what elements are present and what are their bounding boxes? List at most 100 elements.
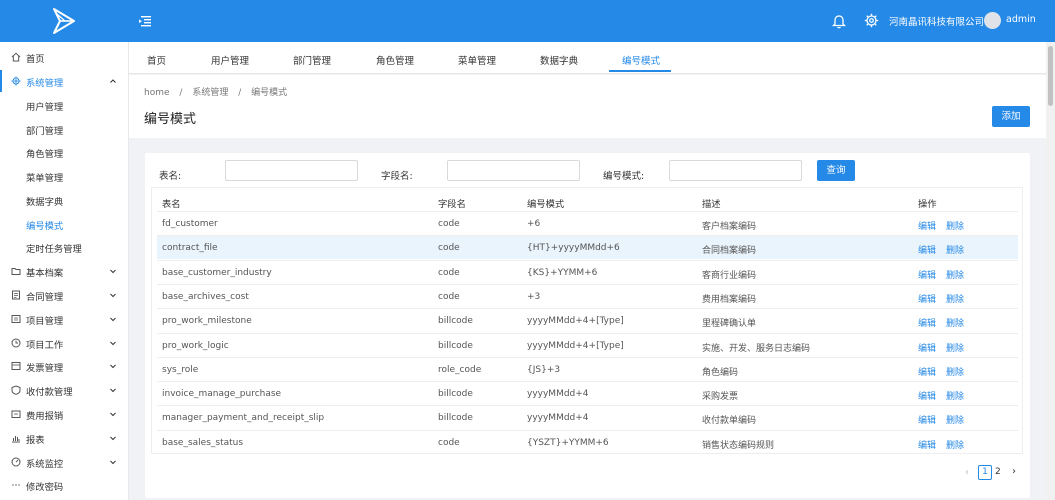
sidebar-item-expenses[interactable]: 费用报销 (0, 403, 128, 425)
pagination-prev[interactable]: ‹ (965, 467, 969, 478)
tab-departments[interactable]: 部门管理 (293, 53, 331, 67)
breadcrumb-current: 编号模式 (251, 88, 288, 98)
tab-code-pattern[interactable]: 编号模式 (622, 53, 660, 67)
company-name: 河南晶讯科技有限公司 (889, 17, 985, 28)
edit-link[interactable]: 编辑 (918, 219, 936, 232)
pagination-next[interactable]: › (1012, 466, 1016, 477)
edit-link[interactable]: 编辑 (918, 268, 936, 281)
sidebar-item-scheduled-tasks[interactable]: 定时任务管理 (0, 236, 128, 258)
pagination-page-1[interactable]: 1 (978, 465, 992, 480)
tab-users[interactable]: 用户管理 (211, 53, 249, 67)
table-row[interactable]: sys_role role_code {JS}+3 角色编码 编辑 删除 (157, 356, 1018, 381)
delete-link[interactable]: 删除 (946, 438, 964, 451)
delete-link[interactable]: 删除 (946, 389, 964, 402)
sidebar-item-payments[interactable]: 收付款管理 (0, 379, 128, 401)
chevron-down-icon (110, 460, 116, 465)
sidebar-item-projects[interactable]: 项目管理 (0, 308, 128, 330)
username[interactable]: admin (1006, 14, 1036, 25)
code-pattern-table: 表名 字段名 编号模式 描述 操作 fd_customer code +6 客户档案编… (151, 187, 1023, 454)
vertical-scrollbar[interactable] (1046, 42, 1055, 500)
add-button[interactable]: 添加 (992, 106, 1030, 127)
cell-description: 合同档案编码 (702, 246, 757, 257)
edit-link[interactable]: 编辑 (918, 389, 936, 402)
edit-link[interactable]: 编辑 (918, 316, 936, 329)
tab-home[interactable]: 首页 (147, 53, 166, 67)
delete-link[interactable]: 删除 (946, 365, 964, 378)
cell-description: 客商行业编码 (702, 270, 757, 281)
table-row[interactable]: base_customer_industry code {KS}+YYMM+6 客商行… (157, 259, 1018, 284)
avatar[interactable] (984, 12, 1001, 29)
sidebar-item-invoices[interactable]: 发票管理 (0, 355, 128, 377)
sidebar-item-dictionary[interactable]: 数据字典 (0, 189, 128, 211)
sidebar-item-roles[interactable]: 角色管理 (0, 141, 128, 163)
tab-bar: 首页 用户管理 部门管理 角色管理 菜单管理 数据字典 编号模式 (129, 42, 1046, 74)
field-name-input[interactable] (447, 160, 580, 181)
chevron-down-icon (110, 388, 116, 393)
edit-link[interactable]: 编辑 (918, 438, 936, 451)
pagination-page-2[interactable]: 2 (995, 467, 1001, 477)
edit-link[interactable]: 编辑 (918, 365, 936, 378)
active-tab-indicator (609, 70, 671, 72)
breadcrumb-separator: / (238, 88, 242, 98)
menu-toggle-icon[interactable] (138, 14, 152, 28)
edit-link[interactable]: 编辑 (918, 413, 936, 426)
table-row[interactable]: fd_customer code +6 客户档案编码 编辑 删除 (157, 211, 1018, 235)
pattern-label: 编号模式: (603, 171, 645, 182)
sidebar-item-system[interactable]: 系统管理 (0, 70, 128, 92)
table-row[interactable]: manager_payment_and_receipt_slip billcode… (157, 405, 1018, 429)
delete-link[interactable]: 删除 (946, 316, 964, 329)
cell-code-pattern: yyyyMMdd+4+[Type] (527, 316, 624, 327)
cell-description: 收付款单编码 (702, 416, 757, 427)
sidebar-item-monitor[interactable]: 系统监控 (0, 451, 128, 473)
cell-table-name: sys_role (162, 364, 199, 375)
table-row[interactable]: base_archives_cost code +3 费用档案编码 编辑 删除 (157, 283, 1018, 308)
sidebar-item-users[interactable]: 用户管理 (0, 94, 128, 116)
tab-roles[interactable]: 角色管理 (376, 53, 414, 67)
cell-field-name: billcode (438, 316, 473, 327)
delete-link[interactable]: 删除 (946, 292, 964, 305)
sidebar-item-menus[interactable]: 菜单管理 (0, 165, 128, 187)
delete-link[interactable]: 删除 (946, 341, 964, 354)
sidebar-item-code-pattern[interactable]: 编号模式 (0, 213, 128, 235)
home-icon (11, 52, 21, 62)
sidebar-item-home[interactable]: 首页 (0, 46, 128, 68)
tab-dictionary[interactable]: 数据字典 (540, 53, 578, 67)
table-name-input[interactable] (225, 160, 358, 181)
query-button[interactable]: 查询 (817, 160, 855, 181)
settings-gear-icon[interactable] (864, 13, 879, 28)
sidebar-item-basic-archives[interactable]: 基本档案 (0, 260, 128, 282)
cell-table-name: base_archives_cost (162, 291, 249, 302)
delete-link[interactable]: 删除 (946, 219, 964, 232)
pattern-input[interactable] (669, 160, 802, 181)
page-header: home / 系统管理 / 编号模式 编号模式 添加 (129, 75, 1046, 138)
cell-table-name: invoice_manage_purchase (162, 389, 282, 400)
delete-link[interactable]: 删除 (946, 243, 964, 256)
breadcrumb-system[interactable]: 系统管理 (192, 88, 228, 98)
table-row[interactable]: base_sales_status code {YSZT}+YYMM+6 销售状态编码… (157, 429, 1018, 454)
sidebar-item-label: 项目管理 (26, 316, 64, 327)
table-row[interactable]: pro_work_milestone billcode yyyyMMdd+4+[Ty… (157, 308, 1018, 332)
sidebar-item-reports[interactable]: 报表 (0, 427, 128, 449)
cell-code-pattern: {HT}+yyyyMMdd+6 (527, 243, 620, 254)
edit-link[interactable]: 编辑 (918, 341, 936, 354)
tab-menus[interactable]: 菜单管理 (458, 53, 496, 67)
column-header-description: 描述 (702, 199, 721, 210)
cell-table-name: base_customer_industry (162, 267, 272, 278)
sidebar-item-change-password[interactable]: 修改密码 (0, 474, 128, 496)
sidebar-item-project-work[interactable]: 项目工作 (0, 332, 128, 354)
table-row[interactable]: contract_file code {HT}+yyyyMMdd+6 合同档案编码 编辑… (157, 235, 1018, 260)
notification-bell-icon[interactable] (832, 13, 846, 29)
chevron-down-icon (110, 412, 116, 417)
monitor-icon (11, 457, 21, 467)
table-row[interactable]: pro_work_logic billcode yyyyMMdd+4+[Type] 实… (157, 332, 1018, 357)
sidebar-item-contracts[interactable]: 合同管理 (0, 284, 128, 306)
scrollbar-thumb[interactable] (1048, 46, 1053, 106)
delete-link[interactable]: 删除 (946, 268, 964, 281)
sidebar-item-departments[interactable]: 部门管理 (0, 118, 128, 140)
table-row[interactable]: invoice_manage_purchase billcode yyyyMMdd+… (157, 381, 1018, 405)
cell-field-name: billcode (438, 389, 473, 400)
breadcrumb-home[interactable]: home (144, 88, 170, 98)
edit-link[interactable]: 编辑 (918, 292, 936, 305)
edit-link[interactable]: 编辑 (918, 243, 936, 256)
delete-link[interactable]: 删除 (946, 413, 964, 426)
